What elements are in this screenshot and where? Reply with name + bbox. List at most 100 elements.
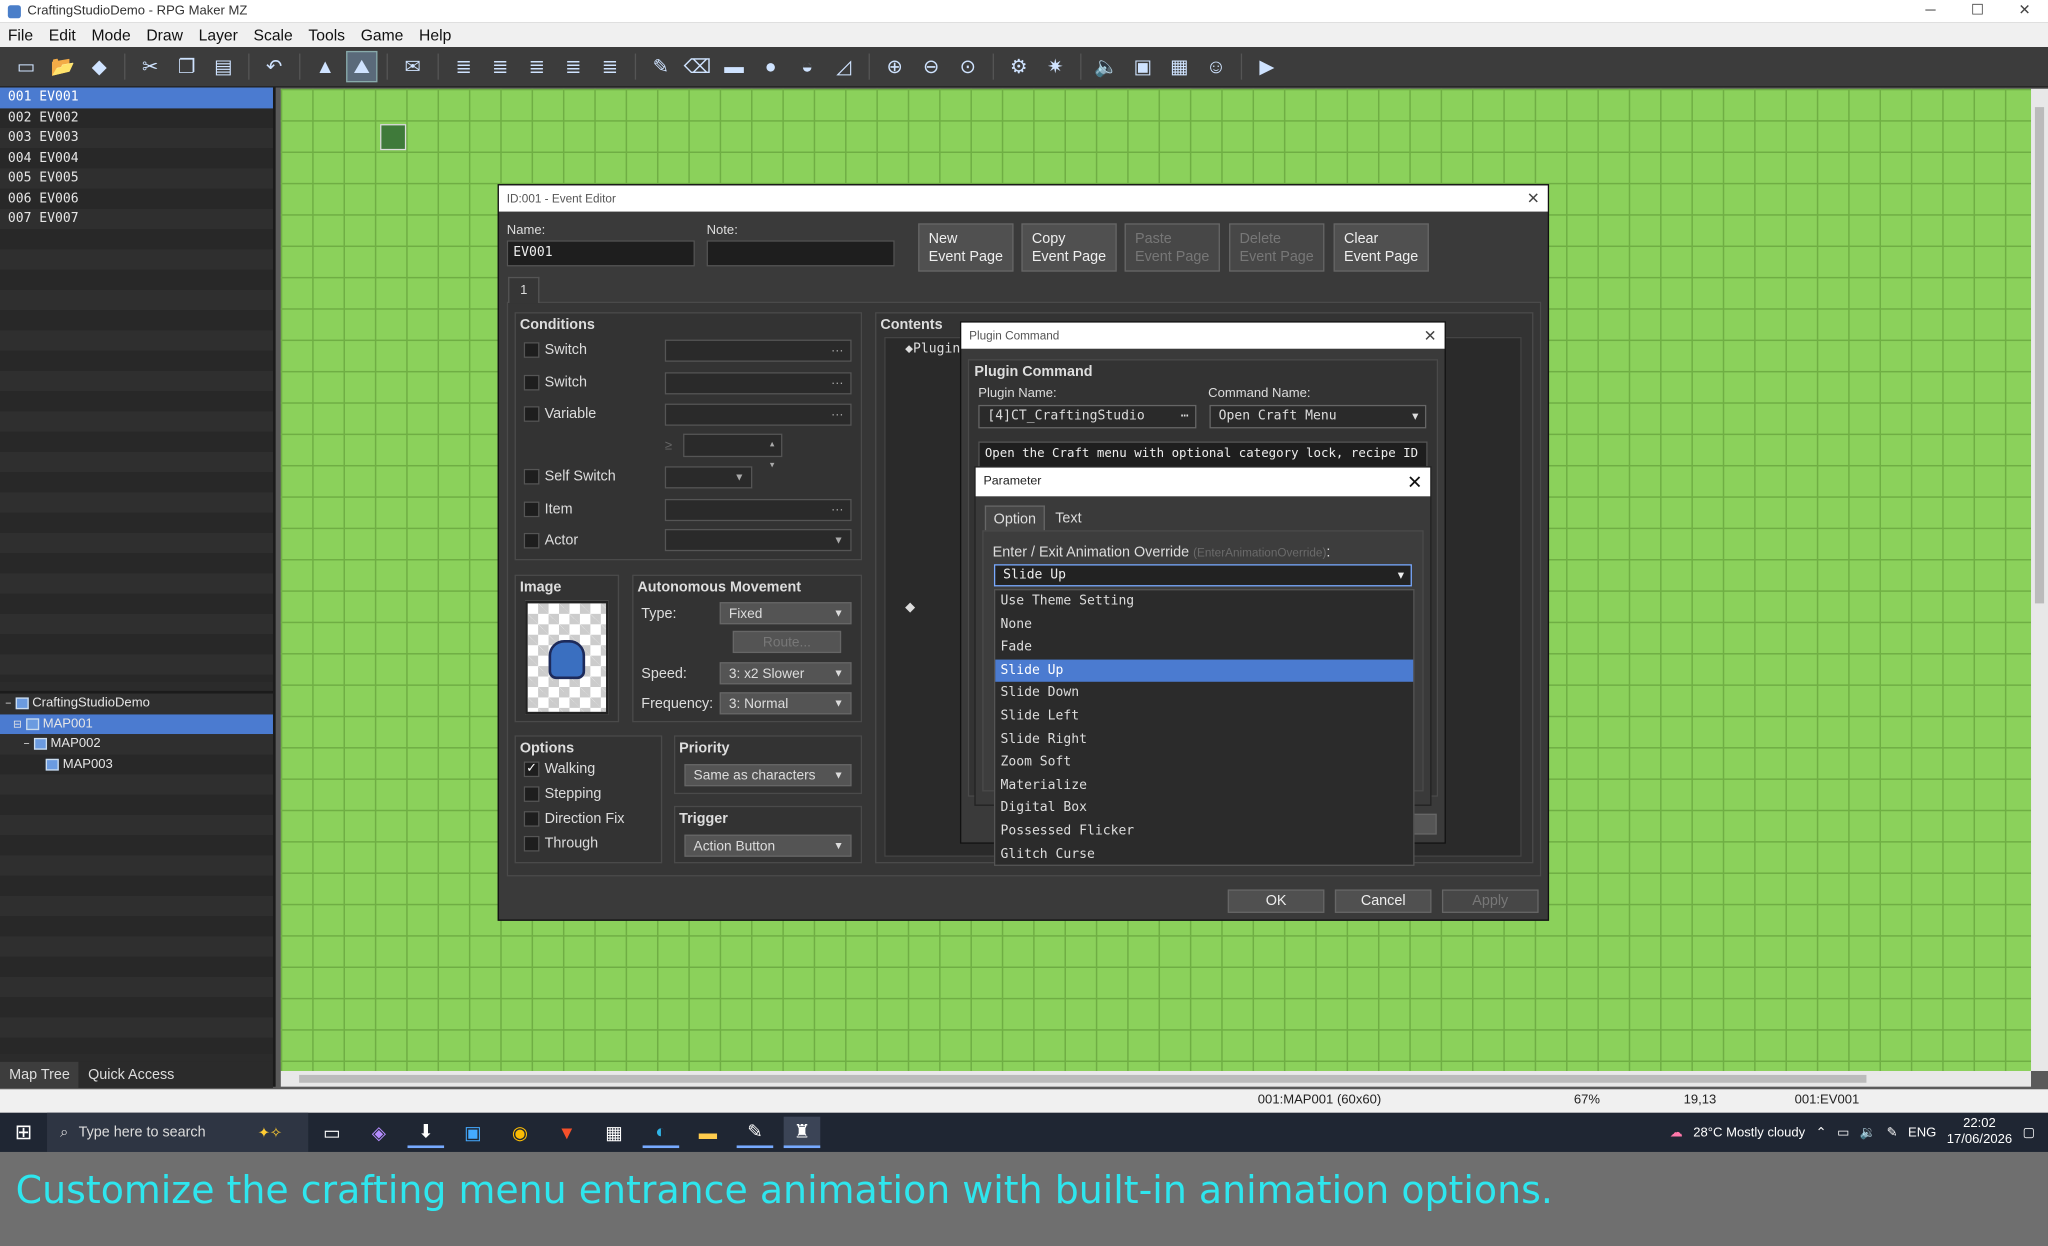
animation-option-selected[interactable]: Slide Up bbox=[995, 659, 1414, 683]
animation-option[interactable]: Materialize bbox=[995, 774, 1413, 797]
menu-draw[interactable]: Draw bbox=[139, 25, 191, 43]
playtest-icon[interactable]: ▶ bbox=[1251, 51, 1282, 82]
copy-icon[interactable]: ❐ bbox=[171, 51, 202, 82]
brave-icon[interactable]: ▼ bbox=[549, 1117, 586, 1148]
tab-map-tree[interactable]: Map Tree bbox=[0, 1061, 79, 1088]
menu-file[interactable]: File bbox=[0, 25, 41, 43]
page-tab-1[interactable]: 1 bbox=[508, 276, 540, 304]
speed-select[interactable]: 3: x2 Slower ▼ bbox=[719, 662, 852, 685]
flood-fill-icon[interactable]: ◒ bbox=[792, 51, 823, 82]
menu-edit[interactable]: Edit bbox=[41, 25, 84, 43]
weather-text[interactable]: 28°C Mostly cloudy bbox=[1693, 1125, 1805, 1139]
delete-event-page-button[interactable]: Delete Event Page bbox=[1229, 223, 1325, 272]
note-input[interactable] bbox=[706, 240, 895, 267]
layer3-icon[interactable]: ≣ bbox=[521, 51, 552, 82]
command-name-select[interactable]: Open Craft Menu ▼ bbox=[1209, 404, 1427, 429]
open-icon[interactable]: 📂 bbox=[47, 51, 78, 82]
map-tree-root[interactable]: − CraftingStudioDemo bbox=[0, 694, 273, 714]
network-icon[interactable]: ▭ bbox=[1837, 1125, 1849, 1139]
self-switch-checkbox[interactable] bbox=[523, 468, 540, 485]
animation-option[interactable]: Fade bbox=[995, 636, 1413, 659]
edge-icon[interactable]: ◐ bbox=[642, 1117, 680, 1149]
through-checkbox[interactable] bbox=[523, 835, 540, 852]
route-button[interactable]: Route... bbox=[732, 630, 842, 654]
event-list-item[interactable]: 004 EV004 bbox=[0, 148, 273, 168]
self-switch-select[interactable]: ▼ bbox=[664, 466, 753, 489]
zoom-in-icon[interactable]: ⊕ bbox=[879, 51, 910, 82]
type-select[interactable]: Fixed ▼ bbox=[719, 602, 852, 625]
cancel-button[interactable]: Cancel bbox=[1334, 889, 1432, 913]
sound-test-icon[interactable]: 🔈 bbox=[1091, 51, 1122, 82]
resource-manager-icon[interactable]: ▦ bbox=[1164, 51, 1195, 82]
eraser-icon[interactable]: ⌫ bbox=[682, 51, 713, 82]
animation-option[interactable]: Glitch Curse bbox=[995, 843, 1413, 866]
ellipse-icon[interactable]: ● bbox=[755, 51, 786, 82]
apply-button[interactable]: Apply bbox=[1441, 889, 1539, 913]
scroll-thumb[interactable] bbox=[299, 1074, 1867, 1083]
save-icon[interactable]: ◆ bbox=[84, 51, 115, 82]
variable-field[interactable]: … bbox=[664, 403, 852, 426]
paint-icon[interactable]: ✎ bbox=[736, 1117, 774, 1149]
event-list-item[interactable]: 002 EV002 bbox=[0, 108, 273, 128]
map-mode-icon[interactable]: ▲ bbox=[310, 51, 341, 82]
animation-option[interactable]: None bbox=[995, 613, 1413, 636]
pencil-icon[interactable]: ✎ bbox=[645, 51, 676, 82]
pen-icon[interactable]: ✎ bbox=[1887, 1125, 1898, 1139]
menu-game[interactable]: Game bbox=[353, 25, 411, 43]
event-mode-icon[interactable]: ⛰ bbox=[346, 50, 378, 83]
priority-select[interactable]: Same as characters ▼ bbox=[684, 764, 852, 787]
animation-option[interactable]: Slide Right bbox=[995, 728, 1413, 751]
event-tile[interactable] bbox=[380, 124, 407, 151]
file-explorer-icon[interactable]: ▬ bbox=[690, 1117, 727, 1148]
calculator-icon[interactable]: ▦ bbox=[596, 1117, 633, 1148]
vertical-scrollbar[interactable] bbox=[2031, 88, 2048, 1071]
clock[interactable]: 22:02 17/06/2026 bbox=[1947, 1117, 2012, 1148]
horizontal-scrollbar[interactable] bbox=[280, 1070, 2032, 1087]
minimize-button[interactable]: ─ bbox=[1907, 0, 1954, 22]
frequency-select[interactable]: 3: Normal ▼ bbox=[719, 692, 852, 715]
actor-checkbox[interactable] bbox=[523, 532, 540, 549]
animation-option[interactable]: Use Theme Setting bbox=[995, 590, 1413, 613]
event-list-item[interactable]: 003 EV003 bbox=[0, 128, 273, 148]
database-icon[interactable]: ⚙ bbox=[1003, 51, 1034, 82]
region-icon[interactable]: ✉ bbox=[397, 51, 428, 82]
switch1-field[interactable]: … bbox=[664, 339, 852, 362]
menu-layer[interactable]: Layer bbox=[191, 25, 246, 43]
menu-help[interactable]: Help bbox=[411, 25, 459, 43]
tab-text[interactable]: Text bbox=[1045, 505, 1092, 531]
plugin-command-partial-button[interactable] bbox=[1413, 813, 1437, 835]
direction-fix-checkbox[interactable] bbox=[523, 811, 540, 827]
zoom-actual-icon[interactable]: ⊙ bbox=[952, 51, 983, 82]
tab-option[interactable]: Option bbox=[984, 505, 1045, 532]
character-generator-icon[interactable]: ☺ bbox=[1200, 51, 1231, 82]
close-button[interactable]: ✕ bbox=[2001, 0, 2048, 22]
paste-icon[interactable]: ▤ bbox=[208, 51, 239, 82]
rpg-maker-icon[interactable]: ♜ bbox=[783, 1116, 821, 1149]
menu-tools[interactable]: Tools bbox=[301, 25, 353, 43]
cut-icon[interactable]: ✂ bbox=[135, 51, 166, 82]
taskbar-search[interactable]: ⌕ Type here to search ✦✧ bbox=[47, 1112, 309, 1152]
close-icon[interactable]: ✕ bbox=[1527, 185, 1540, 211]
chevron-up-icon[interactable]: ⌃ bbox=[1816, 1125, 1827, 1139]
weather-icon[interactable]: ☁ bbox=[1670, 1125, 1683, 1139]
trigger-select[interactable]: Action Button ▼ bbox=[684, 834, 852, 857]
item-checkbox[interactable] bbox=[523, 501, 540, 518]
paste-event-page-button[interactable]: Paste Event Page bbox=[1124, 223, 1220, 272]
new-icon[interactable]: ▭ bbox=[10, 51, 41, 82]
animation-option[interactable]: Slide Down bbox=[995, 682, 1413, 705]
scroll-thumb[interactable] bbox=[2034, 107, 2045, 604]
variable-value-stepper[interactable]: ▴ ▾ bbox=[683, 433, 783, 470]
layer2-icon[interactable]: ≣ bbox=[485, 51, 516, 82]
contents-end-marker[interactable]: ◆ bbox=[905, 601, 915, 615]
plugin-manager-icon[interactable]: ✷ bbox=[1040, 51, 1071, 82]
switch2-checkbox[interactable] bbox=[523, 374, 540, 391]
new-event-page-button[interactable]: New Event Page bbox=[918, 223, 1014, 272]
contents-command-line[interactable]: ◆Plugin bbox=[905, 342, 960, 356]
windows-start-icon[interactable]: ⊞ bbox=[0, 1119, 47, 1145]
shadow-pen-icon[interactable]: ◿ bbox=[828, 51, 859, 82]
volume-icon[interactable]: 🔉 bbox=[1860, 1125, 1876, 1139]
download-app-icon[interactable]: ⬇ bbox=[407, 1117, 445, 1149]
name-input[interactable]: EV001 bbox=[506, 240, 695, 267]
event-list-item[interactable]: 001 EV001 bbox=[0, 87, 273, 108]
animation-option[interactable]: Slide Left bbox=[995, 705, 1413, 728]
